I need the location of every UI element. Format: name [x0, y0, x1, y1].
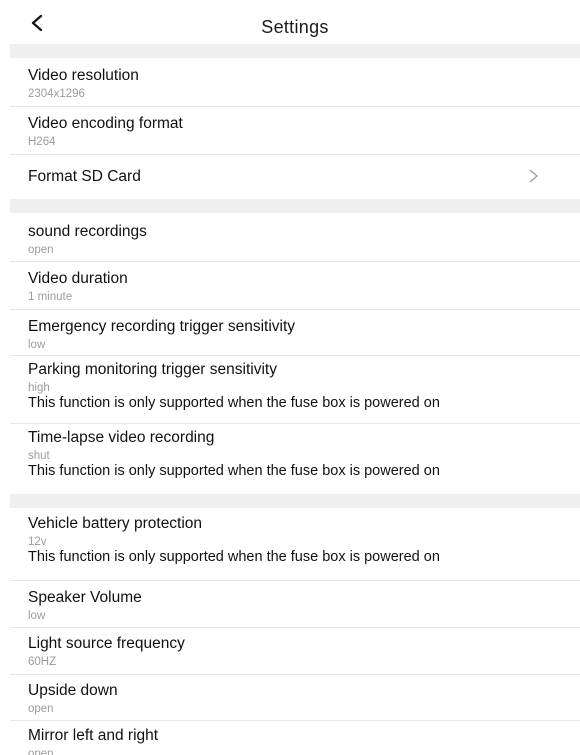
setting-value: low [28, 339, 46, 351]
setting-light-source-frequency[interactable]: Light source frequency 60HZ [28, 635, 568, 669]
setting-value: open [28, 748, 54, 755]
header-bar: Settings [0, 0, 580, 44]
row-divider [10, 423, 580, 424]
setting-title: Format SD Card [28, 168, 141, 185]
setting-value: 60HZ [28, 656, 57, 668]
setting-video-resolution[interactable]: Video resolution 2304x1296 [28, 67, 568, 101]
setting-title: Vehicle battery protection [28, 515, 203, 532]
row-divider [10, 154, 580, 155]
setting-title: Speaker Volume [28, 589, 142, 606]
settings-screen: Settings Video resolution 2304x1296 Vide… [0, 0, 580, 755]
page-title: Settings [261, 17, 329, 37]
setting-note: This function is only supported when the… [28, 463, 440, 479]
setting-value: 1 minute [28, 291, 73, 303]
setting-title: sound recordings [28, 223, 147, 240]
setting-title: Light source frequency [28, 635, 185, 652]
setting-note: This function is only supported when the… [28, 395, 440, 411]
setting-value: 2304x1296 [28, 88, 85, 100]
setting-title: Parking monitoring trigger sensitivity [28, 361, 277, 378]
setting-title: Time-lapse video recording [28, 429, 215, 446]
setting-value: high [28, 382, 50, 394]
row-divider [10, 355, 580, 356]
setting-value: 12v [28, 536, 47, 548]
setting-video-encoding-format[interactable]: Video encoding format H264 [28, 115, 568, 149]
setting-value: H264 [28, 136, 56, 148]
row-divider [10, 580, 580, 581]
setting-value: open [28, 244, 54, 256]
setting-sound-recordings[interactable]: sound recordings open [28, 223, 568, 257]
setting-title: Emergency recording trigger sensitivity [28, 318, 296, 335]
row-divider [10, 309, 580, 310]
setting-speaker-volume[interactable]: Speaker Volume low [28, 589, 568, 623]
setting-parking-monitoring-sensitivity[interactable]: Parking monitoring trigger sensitivity h… [28, 361, 568, 410]
setting-value: low [28, 610, 46, 622]
setting-title: Video resolution [28, 67, 139, 84]
setting-emergency-recording-sensitivity[interactable]: Emergency recording trigger sensitivity … [28, 318, 568, 352]
setting-format-sd-card[interactable]: Format SD Card [28, 168, 568, 186]
setting-vehicle-battery-protection[interactable]: Vehicle battery protection 12v This func… [28, 515, 568, 564]
setting-title: Mirror left and right [28, 727, 159, 744]
setting-title: Upside down [28, 682, 118, 699]
row-divider [10, 261, 580, 262]
setting-title: Video duration [28, 270, 128, 287]
setting-mirror-left-right[interactable]: Mirror left and right open [28, 727, 568, 755]
setting-upside-down[interactable]: Upside down open [28, 682, 568, 716]
row-divider [10, 106, 580, 107]
section-separator [10, 494, 580, 508]
setting-note: This function is only supported when the… [28, 549, 440, 565]
setting-time-lapse-video-recording[interactable]: Time-lapse video recording shut This fun… [28, 429, 568, 478]
setting-value: open [28, 703, 54, 715]
setting-title: Video encoding format [28, 115, 183, 132]
chevron-right-icon [529, 169, 538, 183]
section-separator [10, 44, 580, 58]
section-separator [10, 199, 580, 213]
setting-value: shut [28, 450, 50, 462]
row-divider [10, 674, 580, 675]
row-divider [10, 627, 580, 628]
row-divider [10, 720, 580, 721]
setting-video-duration[interactable]: Video duration 1 minute [28, 270, 568, 304]
